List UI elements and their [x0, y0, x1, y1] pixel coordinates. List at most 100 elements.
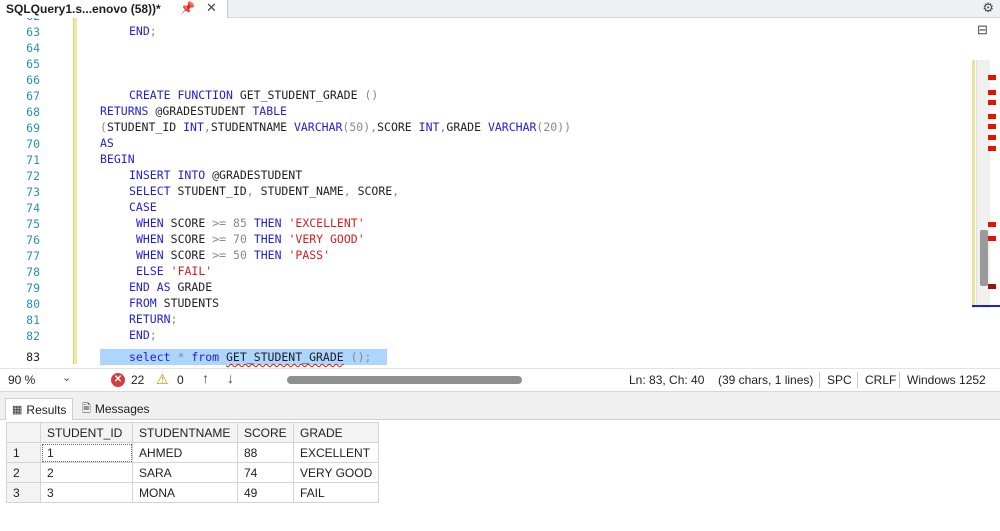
- error-icon[interactable]: ✕: [111, 373, 125, 387]
- table-row[interactable]: 1 1 AHMED 88 EXCELLENT: [6, 442, 380, 463]
- row-number[interactable]: 3: [6, 482, 41, 503]
- code-editor[interactable]: 62 63 64 65 66 67 68 69 70 71 72 73 74 7…: [0, 18, 1000, 368]
- identifier-token: SCORE: [170, 248, 206, 262]
- document-tab[interactable]: SQLQuery1.s...enovo (58))* 📌 ✕: [0, 0, 228, 18]
- code-line[interactable]: BEGIN: [100, 151, 135, 167]
- warning-count[interactable]: 0: [177, 373, 184, 387]
- error-marker[interactable]: [988, 90, 996, 95]
- string-token: 'VERY GOOD': [288, 232, 365, 246]
- code-line[interactable]: WHEN SCORE >= 85 THEN 'EXCELLENT': [136, 215, 365, 231]
- split-icon[interactable]: ⊟: [977, 22, 988, 38]
- identifier-token: SCORE: [170, 216, 206, 230]
- table-cell[interactable]: 74: [237, 462, 294, 483]
- error-marker[interactable]: [988, 222, 996, 227]
- change-overview-strip: [972, 60, 975, 308]
- table-cell[interactable]: MONA: [132, 482, 238, 503]
- whitespace-mode[interactable]: SPC: [827, 373, 852, 387]
- code-line[interactable]: AS: [100, 135, 114, 151]
- code-line[interactable]: END AS GRADE: [129, 279, 212, 295]
- table-row[interactable]: 3 3 MONA 49 FAIL: [6, 482, 380, 503]
- table-cell[interactable]: VERY GOOD: [292, 462, 380, 483]
- tab-results[interactable]: ▦ Results: [5, 398, 74, 420]
- vertical-scrollbar[interactable]: [976, 60, 990, 308]
- column-header[interactable]: SCORE: [237, 422, 294, 443]
- column-header[interactable]: STUDENT_ID: [40, 422, 133, 443]
- table-cell[interactable]: 1: [40, 442, 133, 463]
- arrow-up-icon[interactable]: ↑: [202, 370, 209, 386]
- table-cell[interactable]: FAIL: [292, 482, 380, 503]
- keyword-token: select: [129, 350, 171, 364]
- operator-token: (: [350, 350, 358, 364]
- row-number-header[interactable]: [6, 422, 41, 443]
- table-row[interactable]: 2 2 SARA 74 VERY GOOD: [6, 462, 380, 483]
- table-cell[interactable]: 3: [40, 482, 133, 503]
- table-cell[interactable]: EXCELLENT: [292, 442, 380, 463]
- code-line[interactable]: INSERT INTO @GRADESTUDENT: [129, 167, 302, 183]
- code-line[interactable]: (STUDENT_ID INT,STUDENTNAME VARCHAR(50),…: [100, 119, 571, 135]
- column-header[interactable]: GRADE: [292, 422, 380, 443]
- code-line[interactable]: ELSE 'FAIL': [136, 263, 212, 279]
- code-line[interactable]: END;: [129, 23, 157, 39]
- column-header[interactable]: STUDENTNAME: [132, 422, 238, 443]
- code-line[interactable]: FROM STUDENTS: [129, 295, 219, 311]
- line-number: 66: [26, 73, 40, 87]
- code-line[interactable]: WHEN SCORE >= 50 THEN 'PASS': [136, 247, 330, 263]
- zoom-level[interactable]: 90 %: [8, 373, 35, 387]
- gear-icon[interactable]: ⚙: [982, 0, 994, 16]
- tab-messages[interactable]: 🗎 Messages: [76, 398, 156, 420]
- code-line-selected[interactable]: select * from GET_STUDENT_GRADE ();: [129, 349, 371, 365]
- pin-icon[interactable]: 📌: [180, 1, 195, 15]
- error-marker[interactable]: [988, 75, 996, 80]
- table-cell[interactable]: 88: [237, 442, 294, 463]
- operator-token: ): [357, 350, 365, 364]
- code-line[interactable]: CASE: [129, 199, 157, 215]
- line-number: 77: [26, 249, 40, 263]
- string-token: 'FAIL': [170, 264, 213, 278]
- operator-token: ,: [246, 184, 254, 198]
- code-line[interactable]: WHEN SCORE >= 70 THEN 'VERY GOOD': [136, 231, 365, 247]
- document-tab-title[interactable]: SQLQuery1.s...enovo (58))*: [6, 2, 161, 16]
- error-marker[interactable]: [988, 124, 996, 129]
- error-marker[interactable]: [988, 114, 996, 119]
- horizontal-scrollbar-thumb[interactable]: [287, 376, 522, 384]
- arrow-down-icon[interactable]: ↓: [227, 370, 234, 386]
- keyword-token: WHEN: [136, 232, 164, 246]
- code-line[interactable]: CREATE FUNCTION GET_STUDENT_GRADE (): [129, 87, 378, 103]
- error-marker[interactable]: [988, 146, 996, 151]
- table-cell[interactable]: 2: [40, 462, 133, 483]
- identifier-token: STUDENTS: [163, 296, 220, 310]
- error-marker[interactable]: [988, 284, 996, 289]
- table-cell[interactable]: AHMED: [132, 442, 238, 463]
- row-number[interactable]: 2: [6, 462, 41, 483]
- keyword-token: END: [129, 328, 150, 342]
- encoding[interactable]: Windows 1252: [907, 373, 986, 387]
- row-number[interactable]: 1: [6, 442, 41, 463]
- error-marker[interactable]: [988, 236, 996, 241]
- keyword-token: INTO: [177, 168, 206, 182]
- warning-icon[interactable]: ⚠: [156, 371, 169, 388]
- identifier-token: STUDENTNAME: [210, 120, 288, 134]
- vertical-scrollbar-thumb[interactable]: [980, 230, 988, 286]
- table-cell[interactable]: SARA: [132, 462, 238, 483]
- code-line[interactable]: RETURNS @GRADESTUDENT TABLE: [100, 103, 287, 119]
- identifier-token: GRADE: [446, 120, 482, 134]
- chevron-down-icon[interactable]: ⌄: [62, 371, 71, 384]
- table-cell[interactable]: 49: [237, 482, 294, 503]
- code-line[interactable]: END;: [129, 327, 157, 343]
- error-marker[interactable]: [988, 100, 996, 105]
- close-icon[interactable]: ✕: [206, 0, 217, 16]
- line-ending[interactable]: CRLF: [865, 373, 896, 387]
- keyword-token: WHEN: [136, 216, 164, 230]
- identifier-token: GET_STUDENT_GRADE: [239, 88, 358, 102]
- identifier-token: STUDENT_ID: [177, 184, 247, 198]
- code-line[interactable]: RETURN;: [129, 311, 177, 327]
- code-line[interactable]: SELECT STUDENT_ID, STUDENT_NAME, SCORE,: [129, 183, 399, 199]
- string-token: 'EXCELLENT': [288, 216, 365, 230]
- error-marker[interactable]: [988, 135, 996, 140]
- error-count[interactable]: 22: [131, 373, 144, 387]
